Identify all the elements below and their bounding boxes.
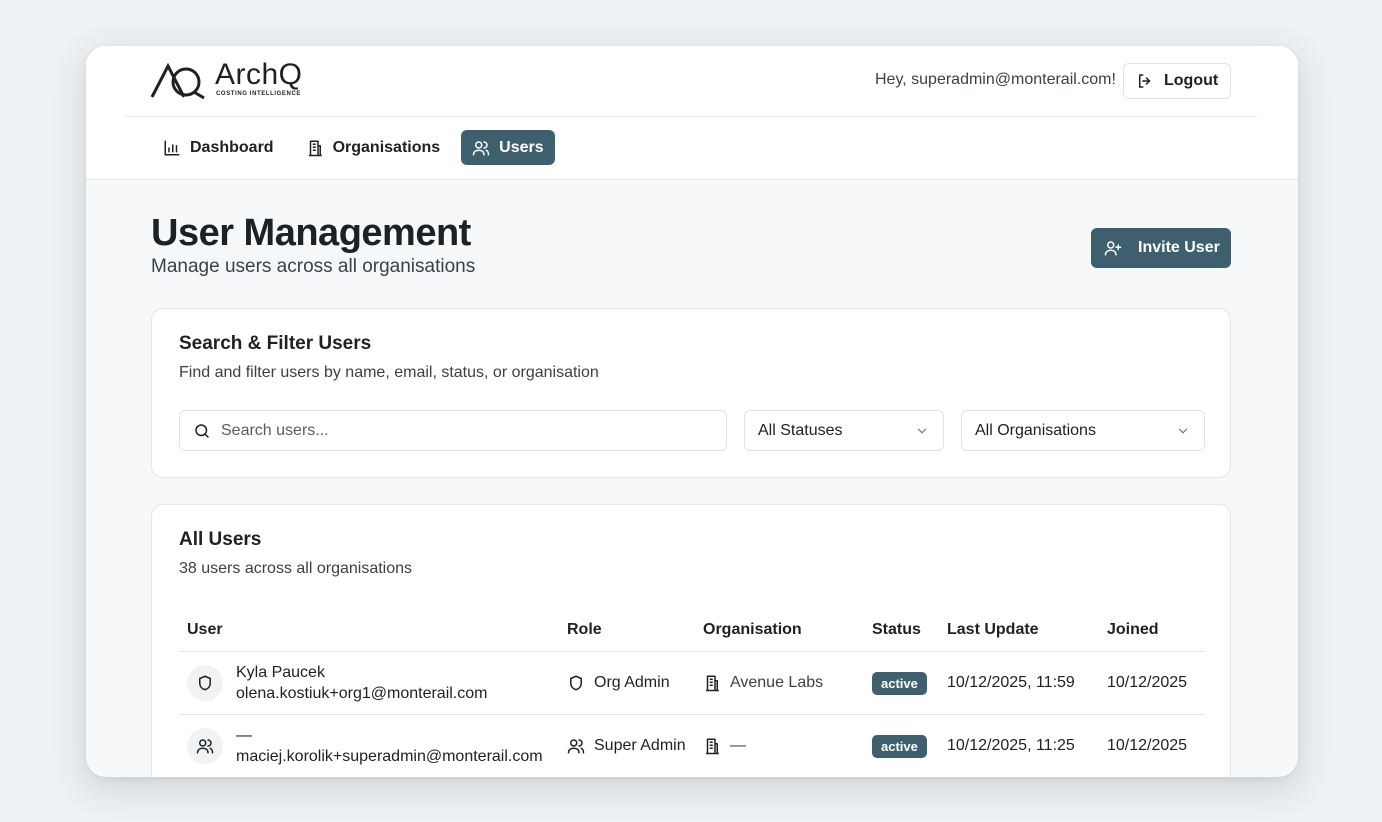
logout-button[interactable]: Logout: [1123, 63, 1231, 99]
filter-card-title: Search & Filter Users: [179, 333, 372, 354]
logo-tagline: COSTING INTELLIGENCE: [216, 91, 302, 97]
user-email: maciej.korolik+superadmin@monterail.com: [236, 747, 543, 765]
column-header-organisation[interactable]: Organisation: [703, 621, 872, 639]
users-icon: [472, 140, 490, 155]
organisation-select-value: All Organisations: [975, 421, 1096, 439]
invite-user-button[interactable]: Invite User: [1091, 228, 1231, 268]
invite-user-label: Invite User: [1138, 239, 1220, 256]
user-name: Kyla Paucek: [236, 663, 325, 681]
table-row[interactable]: Kyla Paucek olena.kostiuk+org1@monterail…: [179, 652, 1205, 715]
organisation-label: Avenue Labs: [730, 674, 824, 691]
user-greeting: Hey, superadmin@monterail.com!: [875, 71, 1116, 88]
avatar: [187, 665, 223, 701]
column-header-role[interactable]: Role: [567, 621, 703, 639]
last-update-cell: 10/12/2025, 11:59: [947, 674, 1075, 691]
nav-label-organisations: Organisations: [332, 138, 441, 156]
user-cell: Kyla Paucek olena.kostiuk+org1@monterail…: [179, 664, 567, 703]
building-icon: [706, 738, 719, 755]
top-header: ArchQ COSTING INTELLIGENCE Hey, superadm…: [86, 46, 1298, 180]
filter-card-description: Find and filter users by name, email, st…: [179, 364, 599, 381]
nav-label-users: Users: [499, 138, 544, 156]
user-name: —: [236, 726, 252, 744]
search-icon: [195, 423, 209, 438]
logo-wordmark: ArchQ: [215, 58, 303, 91]
user-cell: — maciej.korolik+superadmin@monterail.co…: [179, 727, 567, 766]
nav-item-organisations[interactable]: Organisations: [295, 130, 452, 165]
nav-item-users[interactable]: Users: [461, 130, 555, 165]
user-info: Kyla Paucek olena.kostiuk+org1@monterail…: [236, 664, 487, 703]
users-icon: [567, 739, 585, 754]
organisation-cell: Avenue Labs: [703, 674, 872, 692]
all-users-card: All Users 38 users across all organisati…: [151, 504, 1231, 777]
status-select-value: All Statuses: [758, 421, 843, 439]
column-header-status[interactable]: Status: [872, 621, 947, 639]
nav-item-dashboard[interactable]: Dashboard: [152, 130, 285, 165]
building-icon: [706, 675, 719, 692]
organisation-label: —: [730, 737, 746, 754]
table-row[interactable]: — maciej.korolik+superadmin@monterail.co…: [179, 715, 1205, 777]
page-subtitle: Manage users across all organisations: [151, 256, 476, 277]
search-filter-card: Search & Filter Users Find and filter us…: [151, 308, 1231, 478]
shield-icon: [570, 675, 582, 691]
organisation-cell: —: [703, 737, 872, 755]
users-table: User Role Organisation Status Last Updat…: [179, 609, 1205, 777]
role-label: Org Admin: [594, 674, 670, 691]
joined-cell: 10/12/2025: [1107, 674, 1188, 691]
users-card-description: 38 users across all organisations: [179, 560, 413, 577]
status-cell: active: [872, 671, 947, 695]
organisation-select[interactable]: All Organisations: [961, 410, 1205, 451]
table-header: User Role Organisation Status Last Updat…: [179, 609, 1205, 652]
users-card-title: All Users: [179, 529, 262, 550]
users-icon: [196, 739, 214, 754]
shield-icon: [199, 675, 211, 691]
status-select[interactable]: All Statuses: [744, 410, 944, 451]
status-badge: active: [872, 734, 927, 758]
search-field[interactable]: [179, 410, 727, 451]
role-label: Super Admin: [594, 737, 686, 754]
page-title: User Management: [151, 212, 471, 254]
logout-label: Logout: [1164, 72, 1219, 89]
status-badge: active: [872, 671, 927, 695]
role-cell: Org Admin: [567, 674, 703, 692]
column-header-last-update[interactable]: Last Update: [947, 621, 1107, 639]
user-plus-icon: [1104, 241, 1122, 256]
column-header-user[interactable]: User: [179, 621, 567, 639]
user-email: olena.kostiuk+org1@monterail.com: [236, 684, 488, 702]
building-icon: [308, 140, 322, 156]
logout-icon: [1139, 74, 1151, 88]
app-window: ArchQ COSTING INTELLIGENCE Hey, superadm…: [86, 46, 1298, 777]
last-update-cell: 10/12/2025, 11:25: [947, 737, 1075, 754]
chevron-down-icon: [917, 428, 927, 434]
user-info: — maciej.korolik+superadmin@monterail.co…: [236, 727, 543, 766]
column-header-joined[interactable]: Joined: [1107, 621, 1205, 639]
status-cell: active: [872, 734, 947, 758]
role-cell: Super Admin: [567, 737, 703, 755]
joined-cell: 10/12/2025: [1107, 737, 1188, 754]
main-nav: Dashboard Organisations Users: [152, 130, 555, 165]
header-divider: [124, 116, 1258, 117]
chevron-down-icon: [1178, 428, 1188, 434]
nav-label-dashboard: Dashboard: [190, 138, 274, 156]
avatar: [187, 728, 223, 764]
search-input[interactable]: [221, 421, 701, 440]
bar-chart-icon: [164, 140, 180, 155]
